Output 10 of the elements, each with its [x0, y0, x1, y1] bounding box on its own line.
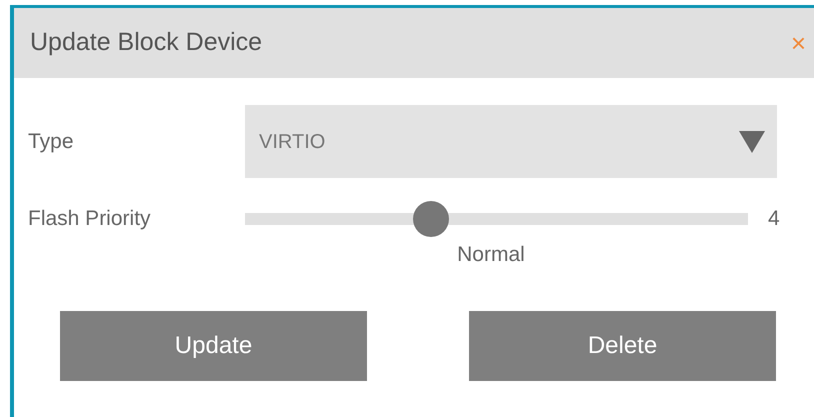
field-label: Flash Priority — [28, 206, 152, 232]
slider-caption: Normal — [457, 242, 525, 268]
action-button[interactable]: Delete — [469, 311, 776, 381]
type-select[interactable]: VIRTIO — [245, 105, 777, 178]
dropdown-triangle-icon — [739, 130, 765, 152]
dialog-title: Update Block Device — [30, 27, 262, 58]
slider-value: 4 — [768, 206, 780, 232]
action-button[interactable]: Update — [60, 311, 367, 381]
field-label: Type — [28, 128, 75, 155]
slider-thumb[interactable] — [413, 201, 450, 237]
